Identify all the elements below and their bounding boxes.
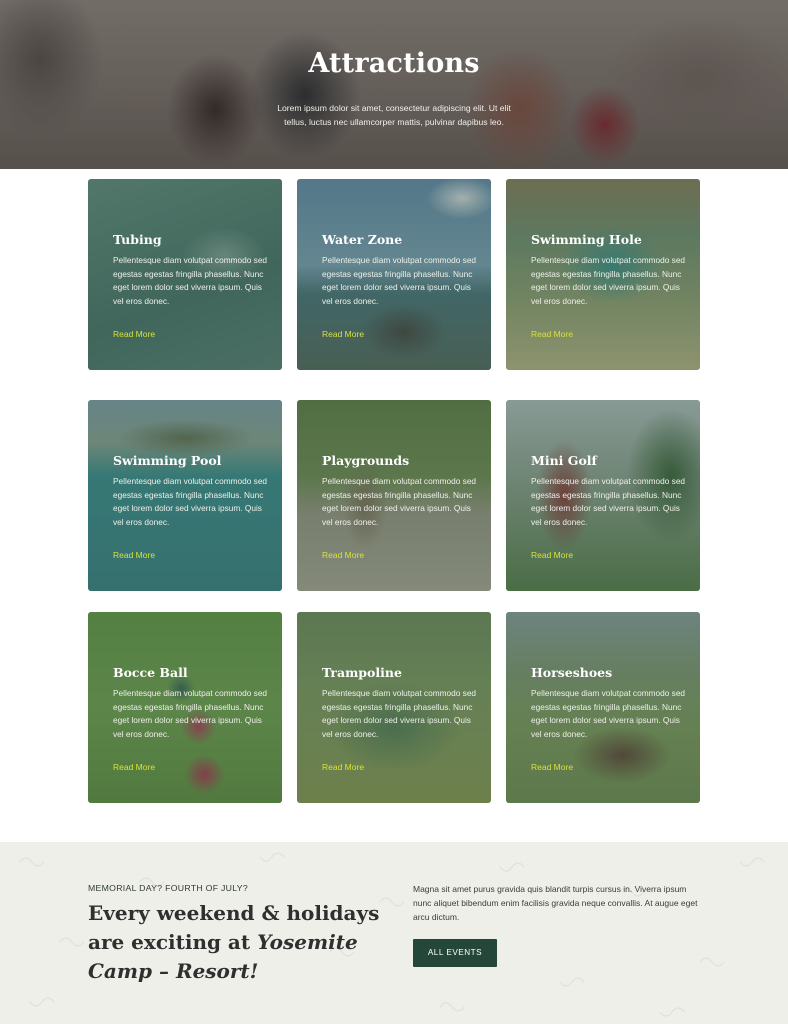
card-title: Mini Golf	[531, 453, 597, 468]
card-description: Pellentesque diam volutpat commodo sed e…	[113, 255, 268, 306]
attraction-card-mini-golf[interactable]: Mini Golf Pellentesque diam volutpat com…	[506, 400, 700, 591]
card-description: Pellentesque diam volutpat commodo sed e…	[322, 255, 477, 306]
card-title: Playgrounds	[322, 453, 410, 468]
events-headline: Every weekend & holidays are exciting at…	[88, 899, 388, 986]
card-title: Swimming Pool	[113, 453, 222, 468]
events-eyebrow: MEMORIAL DAY? FOURTH OF JULY?	[88, 883, 248, 893]
attraction-card-horseshoes[interactable]: Horseshoes Pellentesque diam volutpat co…	[506, 612, 700, 803]
card-title: Swimming Hole	[531, 232, 642, 247]
card-description: Pellentesque diam volutpat commodo sed e…	[531, 476, 686, 527]
card-title: Bocce Ball	[113, 665, 188, 680]
hero-banner: Attractions Lorem ipsum dolor sit amet, …	[0, 0, 788, 169]
attraction-card-trampoline[interactable]: Trampoline Pellentesque diam volutpat co…	[297, 612, 491, 803]
attraction-card-swimming-pool[interactable]: Swimming Pool Pellentesque diam volutpat…	[88, 400, 282, 591]
read-more-link[interactable]: Read More	[113, 550, 155, 560]
card-description: Pellentesque diam volutpat commodo sed e…	[531, 688, 686, 739]
attraction-card-water-zone[interactable]: Water Zone Pellentesque diam volutpat co…	[297, 179, 491, 370]
all-events-button[interactable]: ALL EVENTS	[413, 939, 497, 967]
attraction-card-bocce-ball[interactable]: Bocce Ball Pellentesque diam volutpat co…	[88, 612, 282, 803]
attraction-card-swimming-hole[interactable]: Swimming Hole Pellentesque diam volutpat…	[506, 179, 700, 370]
read-more-link[interactable]: Read More	[322, 762, 364, 772]
card-title: Trampoline	[322, 665, 402, 680]
attraction-card-playgrounds[interactable]: Playgrounds Pellentesque diam volutpat c…	[297, 400, 491, 591]
read-more-link[interactable]: Read More	[113, 762, 155, 772]
events-description: Magna sit amet purus gravida quis blandi…	[413, 884, 698, 922]
read-more-link[interactable]: Read More	[322, 329, 364, 339]
page-title: Attractions	[308, 48, 480, 79]
events-section: MEMORIAL DAY? FOURTH OF JULY? Every week…	[0, 842, 788, 1024]
read-more-link[interactable]: Read More	[531, 329, 573, 339]
card-title: Water Zone	[322, 232, 403, 247]
read-more-link[interactable]: Read More	[531, 550, 573, 560]
card-title: Horseshoes	[531, 665, 613, 680]
hero-description: Lorem ipsum dolor sit amet, consectetur …	[277, 103, 511, 127]
card-description: Pellentesque diam volutpat commodo sed e…	[531, 255, 686, 306]
read-more-link[interactable]: Read More	[322, 550, 364, 560]
card-description: Pellentesque diam volutpat commodo sed e…	[113, 688, 268, 739]
read-more-link[interactable]: Read More	[531, 762, 573, 772]
attraction-card-tubing[interactable]: Tubing Pellentesque diam volutpat commod…	[88, 179, 282, 370]
card-description: Pellentesque diam volutpat commodo sed e…	[322, 476, 477, 527]
card-title: Tubing	[113, 232, 162, 247]
card-description: Pellentesque diam volutpat commodo sed e…	[322, 688, 477, 739]
read-more-link[interactable]: Read More	[113, 329, 155, 339]
card-description: Pellentesque diam volutpat commodo sed e…	[113, 476, 268, 527]
